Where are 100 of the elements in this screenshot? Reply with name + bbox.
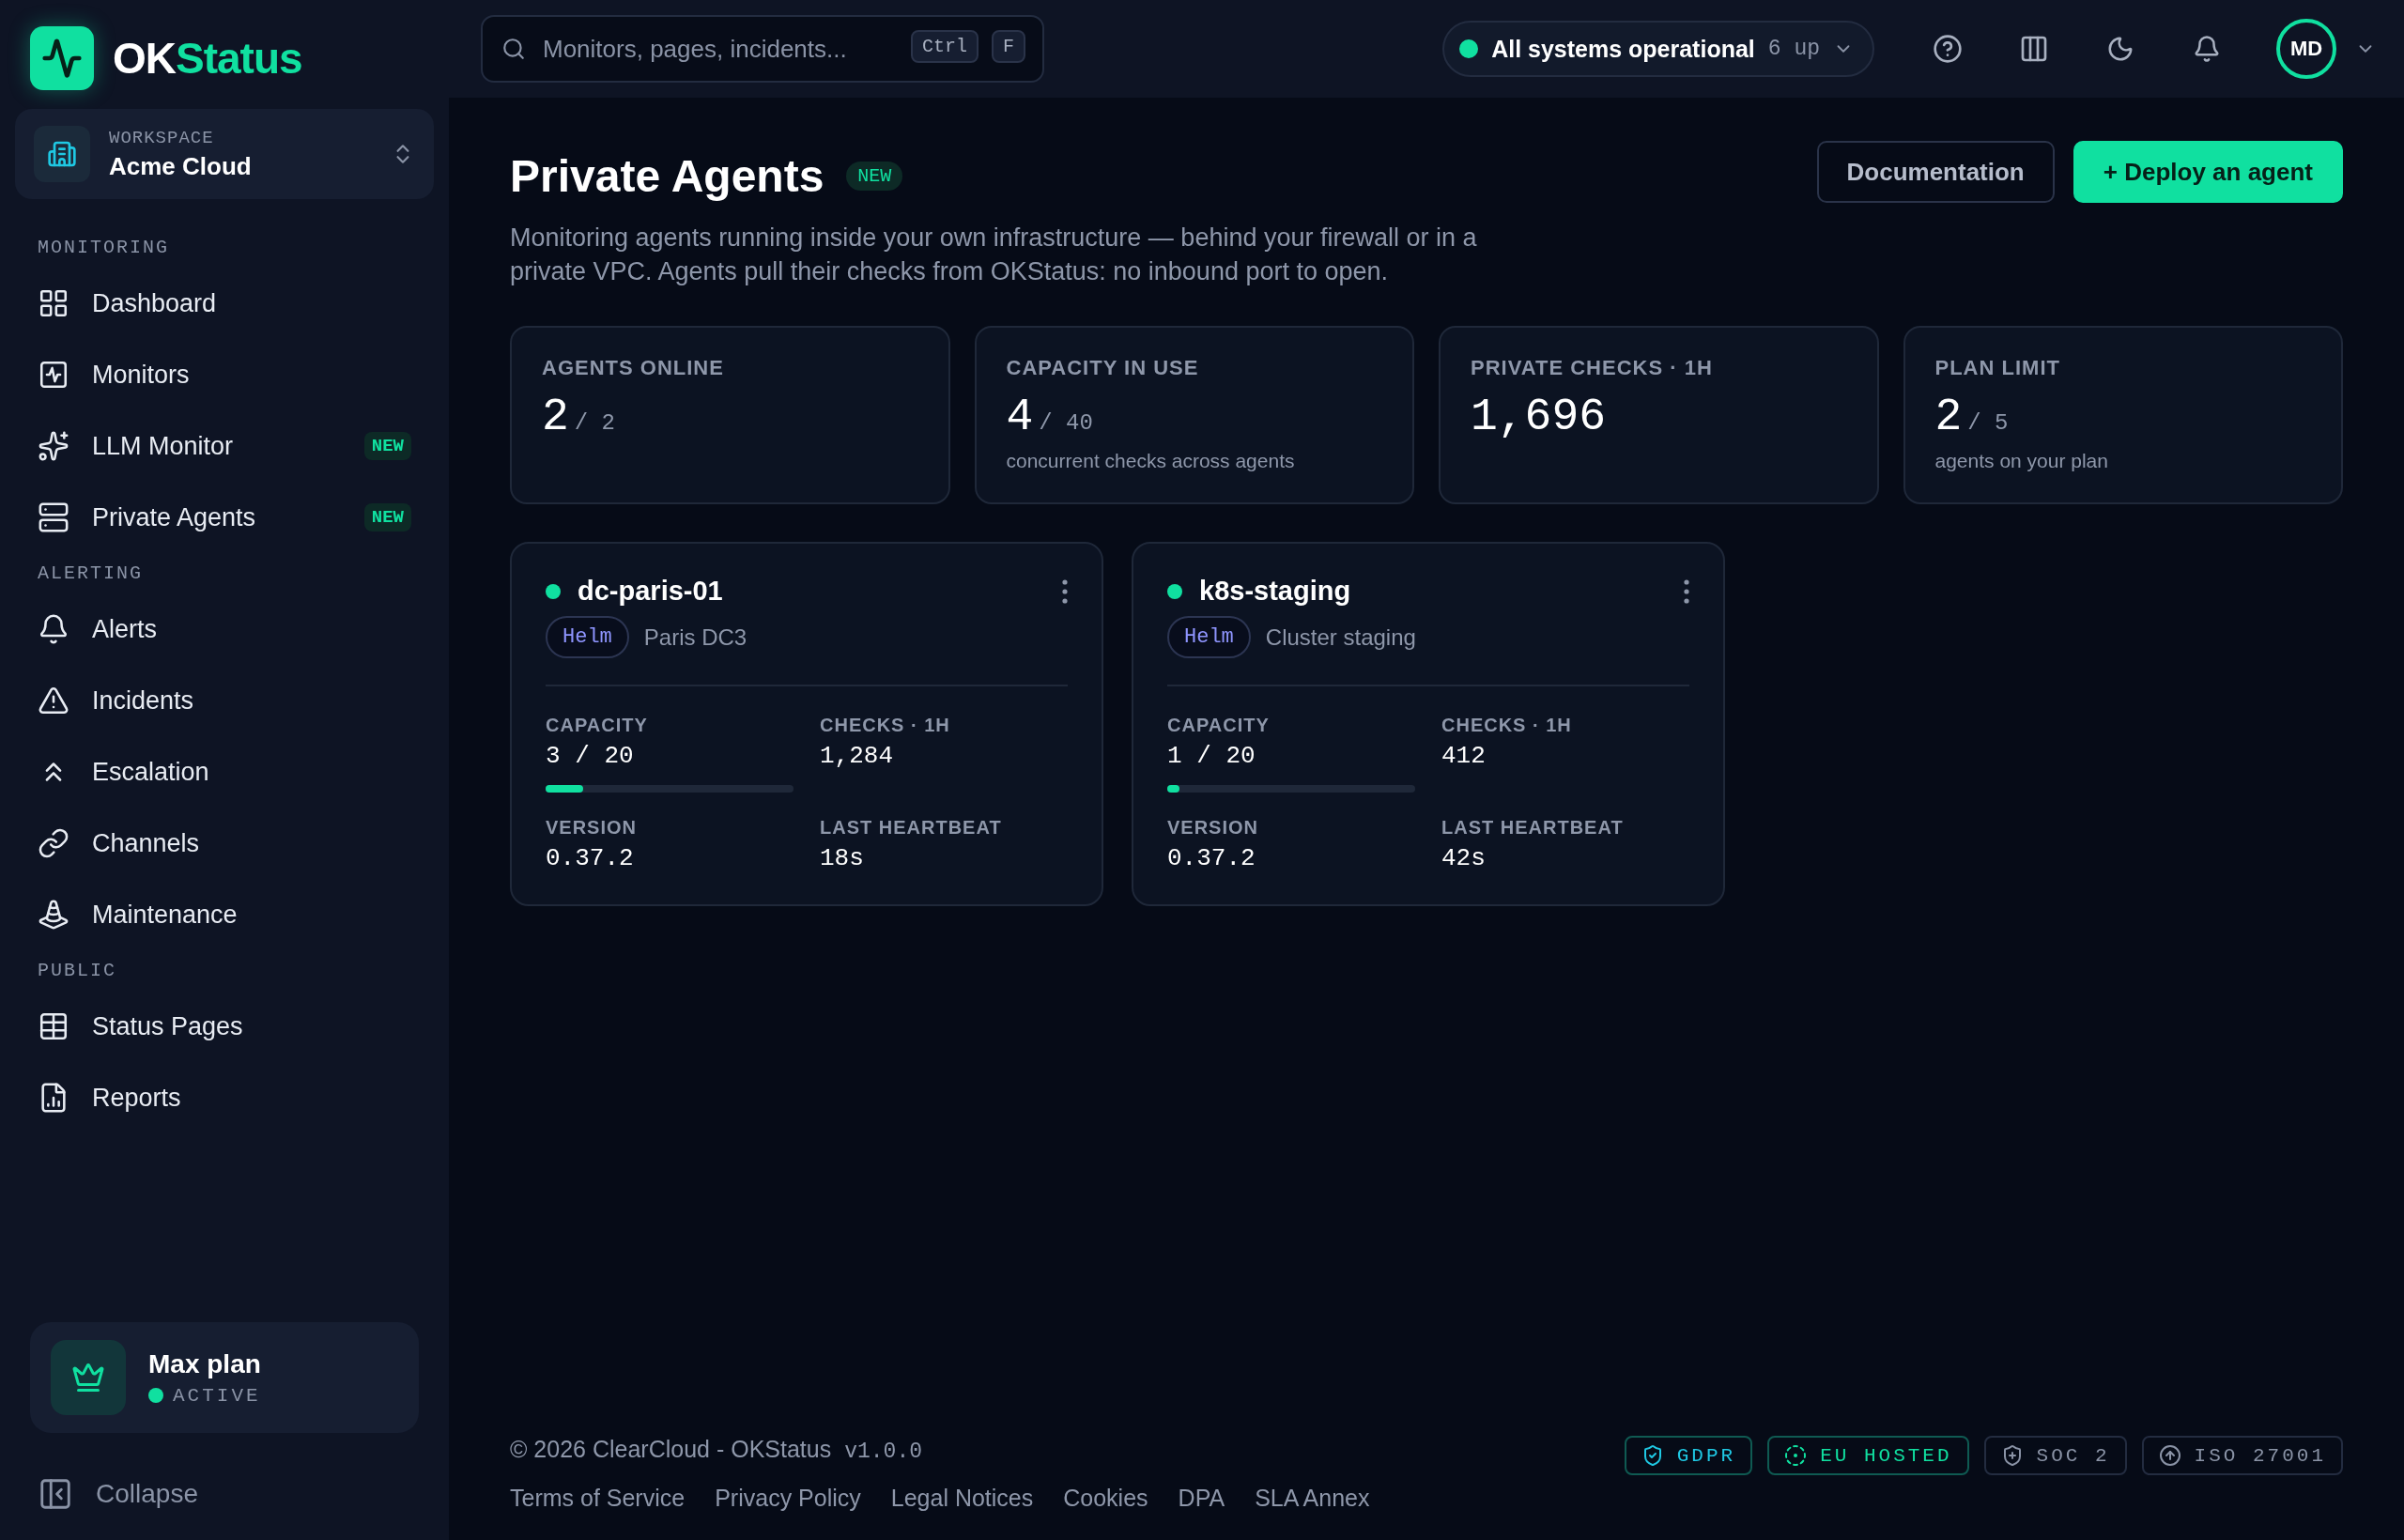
collapse-button[interactable]: Collapse	[15, 1476, 434, 1512]
new-badge: NEW	[846, 162, 903, 191]
cone-icon	[38, 899, 69, 931]
metric-label: VERSION	[546, 817, 639, 839]
stat-total: / 2	[574, 410, 616, 436]
crown-icon	[51, 1340, 126, 1415]
metric-value: 412	[1441, 742, 1487, 770]
footer-link[interactable]: Privacy Policy	[715, 1485, 861, 1512]
footer-link[interactable]: SLA Annex	[1255, 1485, 1370, 1512]
stat-value: 1,696	[1471, 392, 1607, 442]
page-description: Monitoring agents running inside your own infrastructure — behind your firewall or in a private VPC. Agents pull their checks from OKStatus: no inbound port to open.	[510, 223, 1478, 287]
nav-item[interactable]: Reports	[15, 1062, 434, 1133]
metric-value: 1,284	[820, 742, 894, 770]
agent-tag: Helm	[1167, 616, 1251, 658]
nav-item[interactable]: Private Agents NEW	[15, 482, 434, 553]
metric-value: 0.37.2	[546, 844, 635, 872]
workspace-name: Acme Cloud	[109, 151, 253, 181]
metric-label: LAST HEARTBEAT	[1441, 817, 1625, 839]
deploy-button[interactable]: + Deploy an agent	[2073, 141, 2343, 203]
nav-item[interactable]: Incidents	[15, 665, 434, 736]
nav-item[interactable]: LLM Monitor NEW	[15, 410, 434, 482]
search-icon	[501, 37, 526, 61]
bell-icon	[38, 613, 69, 645]
stat-label: PRIVATE CHECKS · 1H	[1471, 356, 1714, 380]
nav-item[interactable]: Monitors	[15, 339, 434, 410]
nav-item[interactable]: Alerts	[15, 593, 434, 665]
agent-location: Paris DC3	[643, 624, 747, 651]
metric-label: CHECKS · 1H	[1441, 715, 1573, 736]
up-count: 6 up	[1767, 37, 1820, 61]
system-status[interactable]: All systems operational 6 up	[1442, 21, 1874, 77]
shortcut-key: F	[992, 30, 1025, 63]
metric-label: VERSION	[1167, 817, 1260, 839]
user-avatar[interactable]: MD	[2276, 19, 2336, 79]
badge-label: SOC 2	[2036, 1444, 2110, 1467]
brand-name: OKStatus	[113, 33, 302, 84]
agent-name: k8s-staging	[1199, 576, 1352, 607]
server-icon	[38, 501, 69, 533]
workspace-label: WORKSPACE	[109, 127, 215, 148]
stat-value: 2	[542, 392, 569, 442]
section-title: ALERTING	[37, 562, 144, 584]
more-button[interactable]	[1062, 578, 1068, 604]
agent-name: dc-paris-01	[578, 576, 724, 607]
metric-value: 18s	[820, 844, 865, 872]
stat-label: CAPACITY IN USE	[1006, 356, 1200, 380]
sparkles-icon	[38, 430, 69, 462]
new-badge: NEW	[363, 432, 411, 460]
stat-label: AGENTS ONLINE	[542, 356, 725, 380]
stat-value: 2	[1934, 392, 1963, 442]
collapse-icon	[38, 1476, 73, 1512]
nav-item[interactable]: Dashboard	[15, 268, 434, 339]
nav-item[interactable]: Escalation	[15, 736, 434, 808]
stat-label: PLAN LIMIT	[1934, 356, 2061, 380]
stat-note: concurrent checks across agents	[1006, 450, 1296, 472]
link-icon	[38, 827, 69, 859]
nav-item[interactable]: Channels	[15, 808, 434, 879]
metric-label: CAPACITY	[546, 715, 649, 736]
metric-value: 1 / 20	[1167, 742, 1256, 770]
footer-link[interactable]: Cookies	[1063, 1485, 1148, 1512]
columns-icon	[2019, 34, 2049, 64]
metric-value: 42s	[1441, 844, 1487, 872]
metric-value: 0.37.2	[1167, 844, 1256, 872]
agent-tag: Helm	[546, 616, 629, 658]
help-icon	[1933, 34, 1963, 64]
new-badge: NEW	[363, 503, 411, 531]
metric-label: CAPACITY	[1167, 715, 1271, 736]
metric-value: 3 / 20	[546, 742, 635, 770]
metric-label: LAST HEARTBEAT	[820, 817, 1003, 839]
warning-icon	[38, 685, 69, 716]
workspace-switcher[interactable]: WORKSPACE Acme Cloud	[15, 109, 434, 199]
section-title: PUBLIC	[37, 960, 117, 981]
badge-label: ISO 27001	[2194, 1444, 2326, 1467]
more-button[interactable]	[1684, 578, 1689, 604]
moon-icon	[2106, 35, 2134, 63]
stat-total: / 40	[1039, 410, 1093, 436]
metric-label: CHECKS · 1H	[820, 715, 951, 736]
footer-link[interactable]: DPA	[1178, 1485, 1225, 1512]
plan-name: Max plan	[148, 1348, 261, 1379]
badge-label: GDPR	[1676, 1444, 1736, 1467]
stat-total: / 5	[1967, 410, 2009, 436]
section-title: MONITORING	[37, 237, 171, 258]
agent-location: Cluster staging	[1265, 624, 1416, 651]
badge-label: EU HOSTED	[1820, 1444, 1952, 1467]
logo-icon	[30, 26, 94, 90]
grid-icon	[38, 287, 69, 319]
more-icon	[1684, 578, 1689, 604]
footer-link[interactable]: Legal Notices	[890, 1485, 1034, 1512]
table-icon	[38, 1010, 69, 1042]
stat-value: 4	[1006, 392, 1034, 442]
shortcut-key: Ctrl	[910, 30, 979, 63]
status-label: All systems operational	[1491, 35, 1755, 63]
nav-item[interactable]: Status Pages	[15, 991, 434, 1062]
documentation-button[interactable]: Documentation	[1816, 141, 2055, 203]
plan-status: ACTIVE	[173, 1384, 261, 1407]
more-icon	[1062, 578, 1068, 604]
copyright: © 2026 ClearCloud - OKStatus	[510, 1436, 832, 1463]
pulse-icon	[38, 359, 69, 391]
nav-item[interactable]: Maintenance	[15, 879, 434, 950]
footer-link[interactable]: Terms of Service	[510, 1485, 686, 1512]
stat-note: agents on your plan	[1934, 450, 2109, 472]
app-version: v1.0.0	[844, 1440, 923, 1464]
